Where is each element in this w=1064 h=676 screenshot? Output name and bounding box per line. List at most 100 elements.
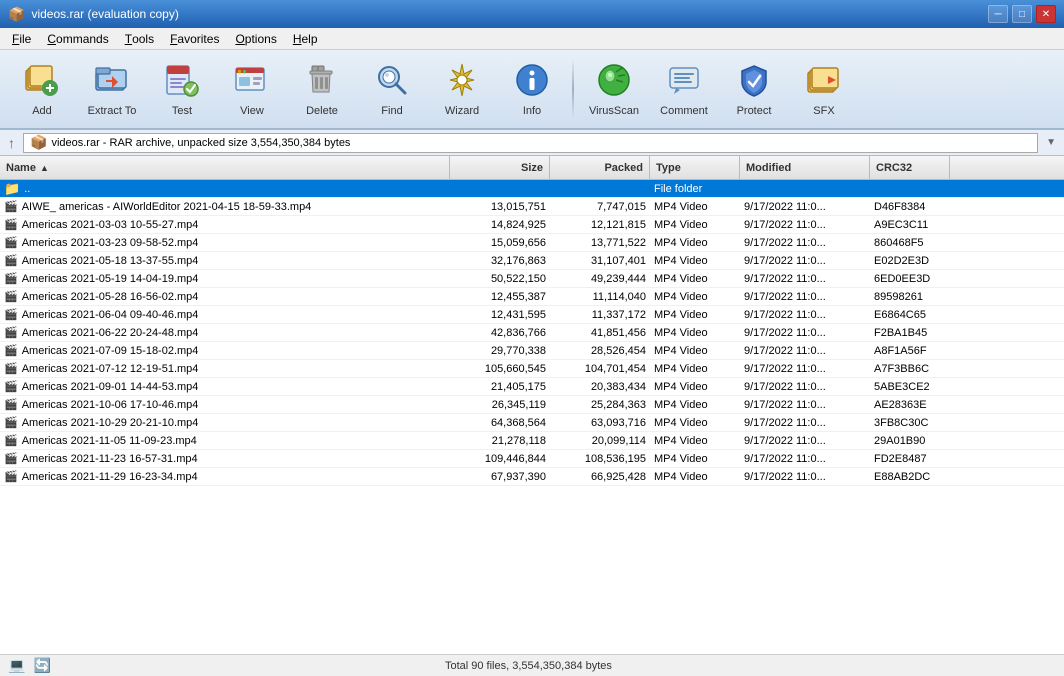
maximize-button[interactable]: □: [1012, 5, 1032, 23]
file-row[interactable]: 🎬 Americas 2021-09-01 14-44-53.mp4 21,40…: [0, 378, 1064, 396]
toolbar-btn-protect[interactable]: Protect: [720, 53, 788, 125]
video-icon: 🎬: [4, 200, 18, 213]
file-crc: AE28363E: [874, 399, 927, 411]
file-crc-cell: A8F1A56F: [870, 342, 950, 359]
file-row[interactable]: 🎬 Americas 2021-10-06 17-10-46.mp4 26,34…: [0, 396, 1064, 414]
file-type-cell: MP4 Video: [650, 378, 740, 395]
file-size: 67,937,390: [491, 471, 546, 483]
video-icon: 🎬: [4, 416, 18, 429]
toolbar-btn-add[interactable]: Add: [8, 53, 76, 125]
file-packed-cell: 41,851,456: [550, 324, 650, 341]
file-row[interactable]: 📁 .. File folder: [0, 180, 1064, 198]
toolbar-btn-test[interactable]: Test: [148, 53, 216, 125]
file-size-cell: 14,824,925: [450, 216, 550, 233]
file-name-cell: 🎬 Americas 2021-11-29 16-23-34.mp4: [0, 468, 450, 485]
menu-item-file[interactable]: File: [4, 29, 39, 49]
protect-icon: [736, 62, 772, 103]
file-packed: 63,093,716: [591, 417, 646, 429]
file-size: 12,455,387: [491, 291, 546, 303]
file-name: Americas 2021-06-22 20-24-48.mp4: [22, 327, 199, 339]
file-packed: 108,536,195: [585, 453, 646, 465]
menu-item-favorites[interactable]: Favorites: [162, 29, 227, 49]
minimize-button[interactable]: ─: [988, 5, 1008, 23]
file-type-cell: MP4 Video: [650, 396, 740, 413]
file-packed-cell: 28,526,454: [550, 342, 650, 359]
title-bar: 📦 videos.rar (evaluation copy) ─ □ ✕: [0, 0, 1064, 28]
file-crc-cell: 5ABE3CE2: [870, 378, 950, 395]
toolbar-btn-virusscan[interactable]: VirusScan: [580, 53, 648, 125]
extract-icon: [94, 62, 130, 103]
file-size: 21,405,175: [491, 381, 546, 393]
video-icon: 🎬: [4, 254, 18, 267]
menu-item-commands[interactable]: Commands: [39, 29, 116, 49]
file-modified: 9/17/2022 11:0...: [744, 327, 826, 339]
file-row[interactable]: 🎬 Americas 2021-11-29 16-23-34.mp4 67,93…: [0, 468, 1064, 486]
file-row[interactable]: 🎬 Americas 2021-05-19 14-04-19.mp4 50,52…: [0, 270, 1064, 288]
col-header-packed[interactable]: Packed: [550, 156, 650, 179]
file-packed-cell: 49,239,444: [550, 270, 650, 287]
col-header-size[interactable]: Size: [450, 156, 550, 179]
close-button[interactable]: ✕: [1036, 5, 1056, 23]
toolbar-btn-comment[interactable]: Comment: [650, 53, 718, 125]
file-list[interactable]: 📁 .. File folder 🎬 AIWE_ americas - AIWo…: [0, 180, 1064, 654]
file-crc-cell: 6ED0EE3D: [870, 270, 950, 287]
toolbar-separator: [572, 59, 574, 119]
col-header-type[interactable]: Type: [650, 156, 740, 179]
menu-item-options[interactable]: Options: [227, 29, 284, 49]
file-size-cell: 29,770,338: [450, 342, 550, 359]
col-header-modified[interactable]: Modified: [740, 156, 870, 179]
address-dropdown-button[interactable]: ▼: [1042, 137, 1060, 148]
menu-item-tools[interactable]: Tools: [117, 29, 162, 49]
file-row[interactable]: 🎬 Americas 2021-06-04 09-40-46.mp4 12,43…: [0, 306, 1064, 324]
file-name-cell: 🎬 AIWE_ americas - AIWorldEditor 2021-04…: [0, 198, 450, 215]
toolbar-btn-info[interactable]: Info: [498, 53, 566, 125]
file-row[interactable]: 🎬 Americas 2021-05-18 13-37-55.mp4 32,17…: [0, 252, 1064, 270]
toolbar-btn-wizard[interactable]: Wizard: [428, 53, 496, 125]
file-size: 32,176,863: [491, 255, 546, 267]
file-row[interactable]: 🎬 Americas 2021-11-05 11-09-23.mp4 21,27…: [0, 432, 1064, 450]
col-header-name[interactable]: Name ▲: [0, 156, 450, 179]
file-packed: 20,383,434: [591, 381, 646, 393]
file-crc-cell: E02D2E3D: [870, 252, 950, 269]
toolbar-btn-sfx[interactable]: SFX: [790, 53, 858, 125]
file-row[interactable]: 🎬 Americas 2021-10-29 20-21-10.mp4 64,36…: [0, 414, 1064, 432]
file-modified-cell: 9/17/2022 11:0...: [740, 378, 870, 395]
file-type: File folder: [654, 183, 702, 195]
file-packed: 66,925,428: [591, 471, 646, 483]
file-crc: 29A01B90: [874, 435, 925, 447]
address-text: videos.rar - RAR archive, unpacked size …: [51, 137, 350, 149]
file-modified-cell: 9/17/2022 11:0...: [740, 432, 870, 449]
delete-icon: [304, 62, 340, 103]
file-row[interactable]: 🎬 Americas 2021-03-23 09-58-52.mp4 15,05…: [0, 234, 1064, 252]
file-packed: 11,337,172: [592, 309, 646, 321]
file-type-cell: MP4 Video: [650, 216, 740, 233]
toolbar-btn-view[interactable]: View: [218, 53, 286, 125]
navigate-up-button[interactable]: ↑: [4, 135, 19, 151]
file-size-cell: 12,431,595: [450, 306, 550, 323]
file-crc-cell: 3FB8C30C: [870, 414, 950, 431]
menu-item-help[interactable]: Help: [285, 29, 326, 49]
toolbar-btn-delete[interactable]: Delete: [288, 53, 356, 125]
wizard-icon: [444, 62, 480, 103]
file-packed: 20,099,114: [592, 435, 646, 447]
file-packed-cell: 11,114,040: [550, 288, 650, 305]
file-row[interactable]: 🎬 Americas 2021-03-03 10-55-27.mp4 14,82…: [0, 216, 1064, 234]
file-row[interactable]: 🎬 Americas 2021-05-28 16-56-02.mp4 12,45…: [0, 288, 1064, 306]
video-icon: 🎬: [4, 362, 18, 375]
file-row[interactable]: 🎬 Americas 2021-07-12 12-19-51.mp4 105,6…: [0, 360, 1064, 378]
col-header-crc[interactable]: CRC32: [870, 156, 950, 179]
file-crc-cell: 89598261: [870, 288, 950, 305]
file-row[interactable]: 🎬 Americas 2021-11-23 16-57-31.mp4 109,4…: [0, 450, 1064, 468]
toolbar-btn-find[interactable]: Find: [358, 53, 426, 125]
file-row[interactable]: 🎬 Americas 2021-07-09 15-18-02.mp4 29,77…: [0, 342, 1064, 360]
file-modified: 9/17/2022 11:0...: [744, 309, 826, 321]
file-size-cell: 12,455,387: [450, 288, 550, 305]
file-type: MP4 Video: [654, 363, 708, 375]
file-name-cell: 🎬 Americas 2021-03-03 10-55-27.mp4: [0, 216, 450, 233]
file-packed-cell: 25,284,363: [550, 396, 650, 413]
file-row[interactable]: 🎬 AIWE_ americas - AIWorldEditor 2021-04…: [0, 198, 1064, 216]
test-icon: [164, 62, 200, 103]
folder-icon: 📁: [4, 181, 20, 197]
file-row[interactable]: 🎬 Americas 2021-06-22 20-24-48.mp4 42,83…: [0, 324, 1064, 342]
toolbar-btn-extract[interactable]: Extract To: [78, 53, 146, 125]
